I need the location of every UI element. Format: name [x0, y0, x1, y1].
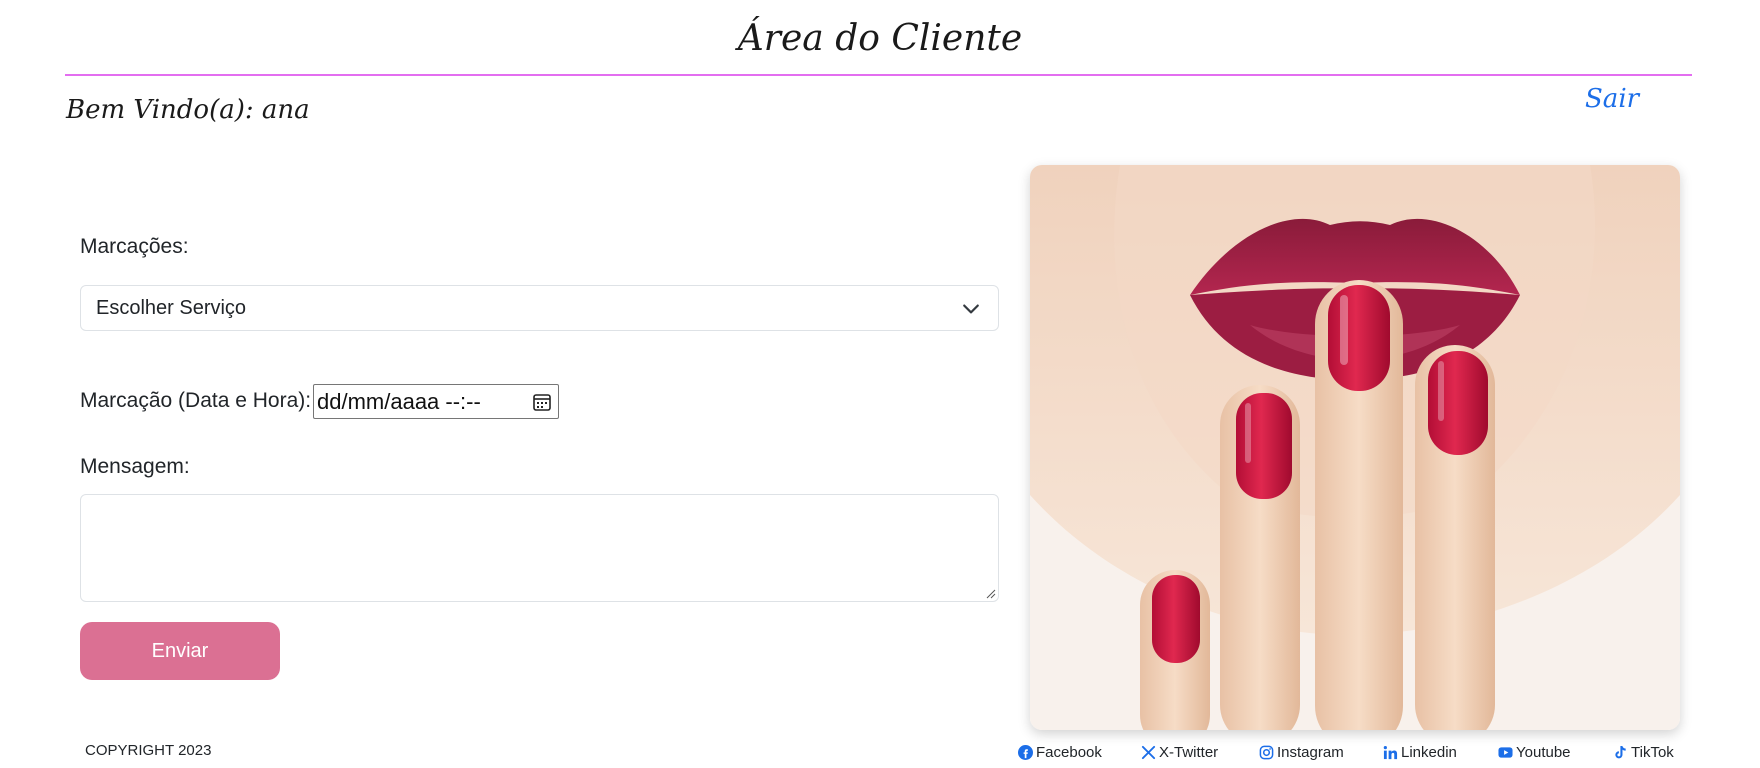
- chevron-down-icon: [963, 304, 979, 314]
- social-link-youtube[interactable]: Youtube: [1498, 742, 1571, 762]
- tiktok-icon: [1615, 745, 1626, 758]
- lips-and-red-nails-photo: [1030, 165, 1680, 730]
- submit-button[interactable]: Enviar: [80, 622, 280, 680]
- message-textarea[interactable]: [80, 494, 999, 602]
- message-label: Mensagem:: [80, 455, 190, 478]
- social-link-x-twitter[interactable]: X-Twitter: [1141, 742, 1218, 762]
- resize-handle-icon[interactable]: [986, 589, 996, 599]
- social-label: Linkedin: [1401, 743, 1457, 761]
- linkedin-icon: [1383, 745, 1398, 759]
- copyright-text: COPYRIGHT 2023: [85, 742, 212, 759]
- social-label: Youtube: [1516, 743, 1571, 761]
- service-label: Marcações:: [80, 235, 189, 258]
- title-divider: [65, 74, 1692, 76]
- service-select-value: Escolher Serviço: [96, 296, 247, 319]
- social-link-instagram[interactable]: Instagram: [1259, 742, 1344, 762]
- x-twitter-icon: [1141, 745, 1156, 759]
- social-label: Facebook: [1036, 743, 1102, 761]
- photo-illustration: [1030, 165, 1680, 730]
- calendar-icon[interactable]: [532, 392, 552, 412]
- social-link-tiktok[interactable]: TikTok: [1613, 742, 1674, 762]
- social-label: Instagram: [1277, 743, 1344, 761]
- page-title: Área do Cliente: [737, 18, 1023, 59]
- welcome-text: Bem Vindo(a): ana: [66, 95, 310, 125]
- facebook-icon: [1018, 744, 1033, 760]
- service-select[interactable]: Escolher Serviço: [80, 285, 999, 331]
- datetime-label: Marcação (Data e Hora):: [80, 389, 312, 412]
- social-label: X-Twitter: [1159, 743, 1219, 761]
- social-link-facebook[interactable]: Facebook: [1018, 742, 1102, 762]
- social-label: TikTok: [1631, 743, 1674, 761]
- social-link-linkedin[interactable]: Linkedin: [1383, 742, 1457, 762]
- logout-link[interactable]: Sair: [1585, 84, 1639, 114]
- youtube-icon: [1498, 746, 1513, 758]
- datetime-input[interactable]: dd/mm/aaaa --:--: [313, 384, 559, 419]
- instagram-icon: [1259, 745, 1274, 759]
- datetime-placeholder: dd/mm/aaaa --:--: [317, 388, 481, 414]
